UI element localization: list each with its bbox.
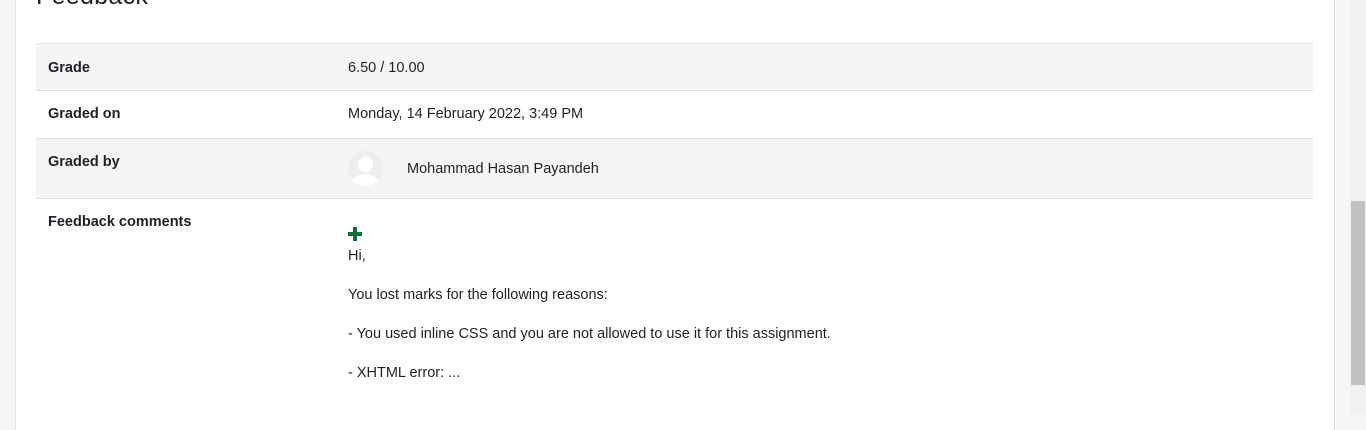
grader-name[interactable]: Mohammad Hasan Payandeh [407, 161, 599, 177]
table-row-grade: Grade 6.50 / 10.00 [36, 43, 1313, 91]
feedback-comments-label: Feedback comments [48, 214, 192, 230]
grade-label: Grade [48, 60, 90, 76]
comment-line: You lost marks for the following reasons… [348, 287, 608, 303]
comment-line: Hi, [348, 248, 366, 264]
table-row-feedback-comments: Feedback comments Hi, You lost marks for… [36, 198, 1313, 404]
table-row-graded-on: Graded on Monday, 14 February 2022, 3:49… [36, 90, 1313, 139]
graded-on-label: Graded on [48, 106, 121, 122]
grader-info: Mohammad Hasan Payandeh [348, 151, 1313, 186]
feedback-table: Grade 6.50 / 10.00 Graded on Monday, 14 … [36, 43, 1313, 403]
feedback-comment-text: Hi, You lost marks for the following rea… [348, 247, 1313, 383]
comment-line: - You used inline CSS and you are not al… [348, 326, 831, 342]
plus-icon[interactable] [348, 227, 362, 241]
graded-by-label: Graded by [48, 154, 120, 170]
scrollbar-thumb[interactable] [1351, 201, 1365, 385]
grade-value: 6.50 / 10.00 [348, 60, 425, 76]
table-row-graded-by: Graded by Mohammad Hasan Payandeh [36, 138, 1313, 199]
graded-on-value: Monday, 14 February 2022, 3:49 PM [348, 106, 584, 122]
user-avatar-icon[interactable] [348, 151, 383, 186]
section-title: Feedback [36, 0, 148, 11]
comment-line: - XHTML error: ... [348, 365, 461, 381]
